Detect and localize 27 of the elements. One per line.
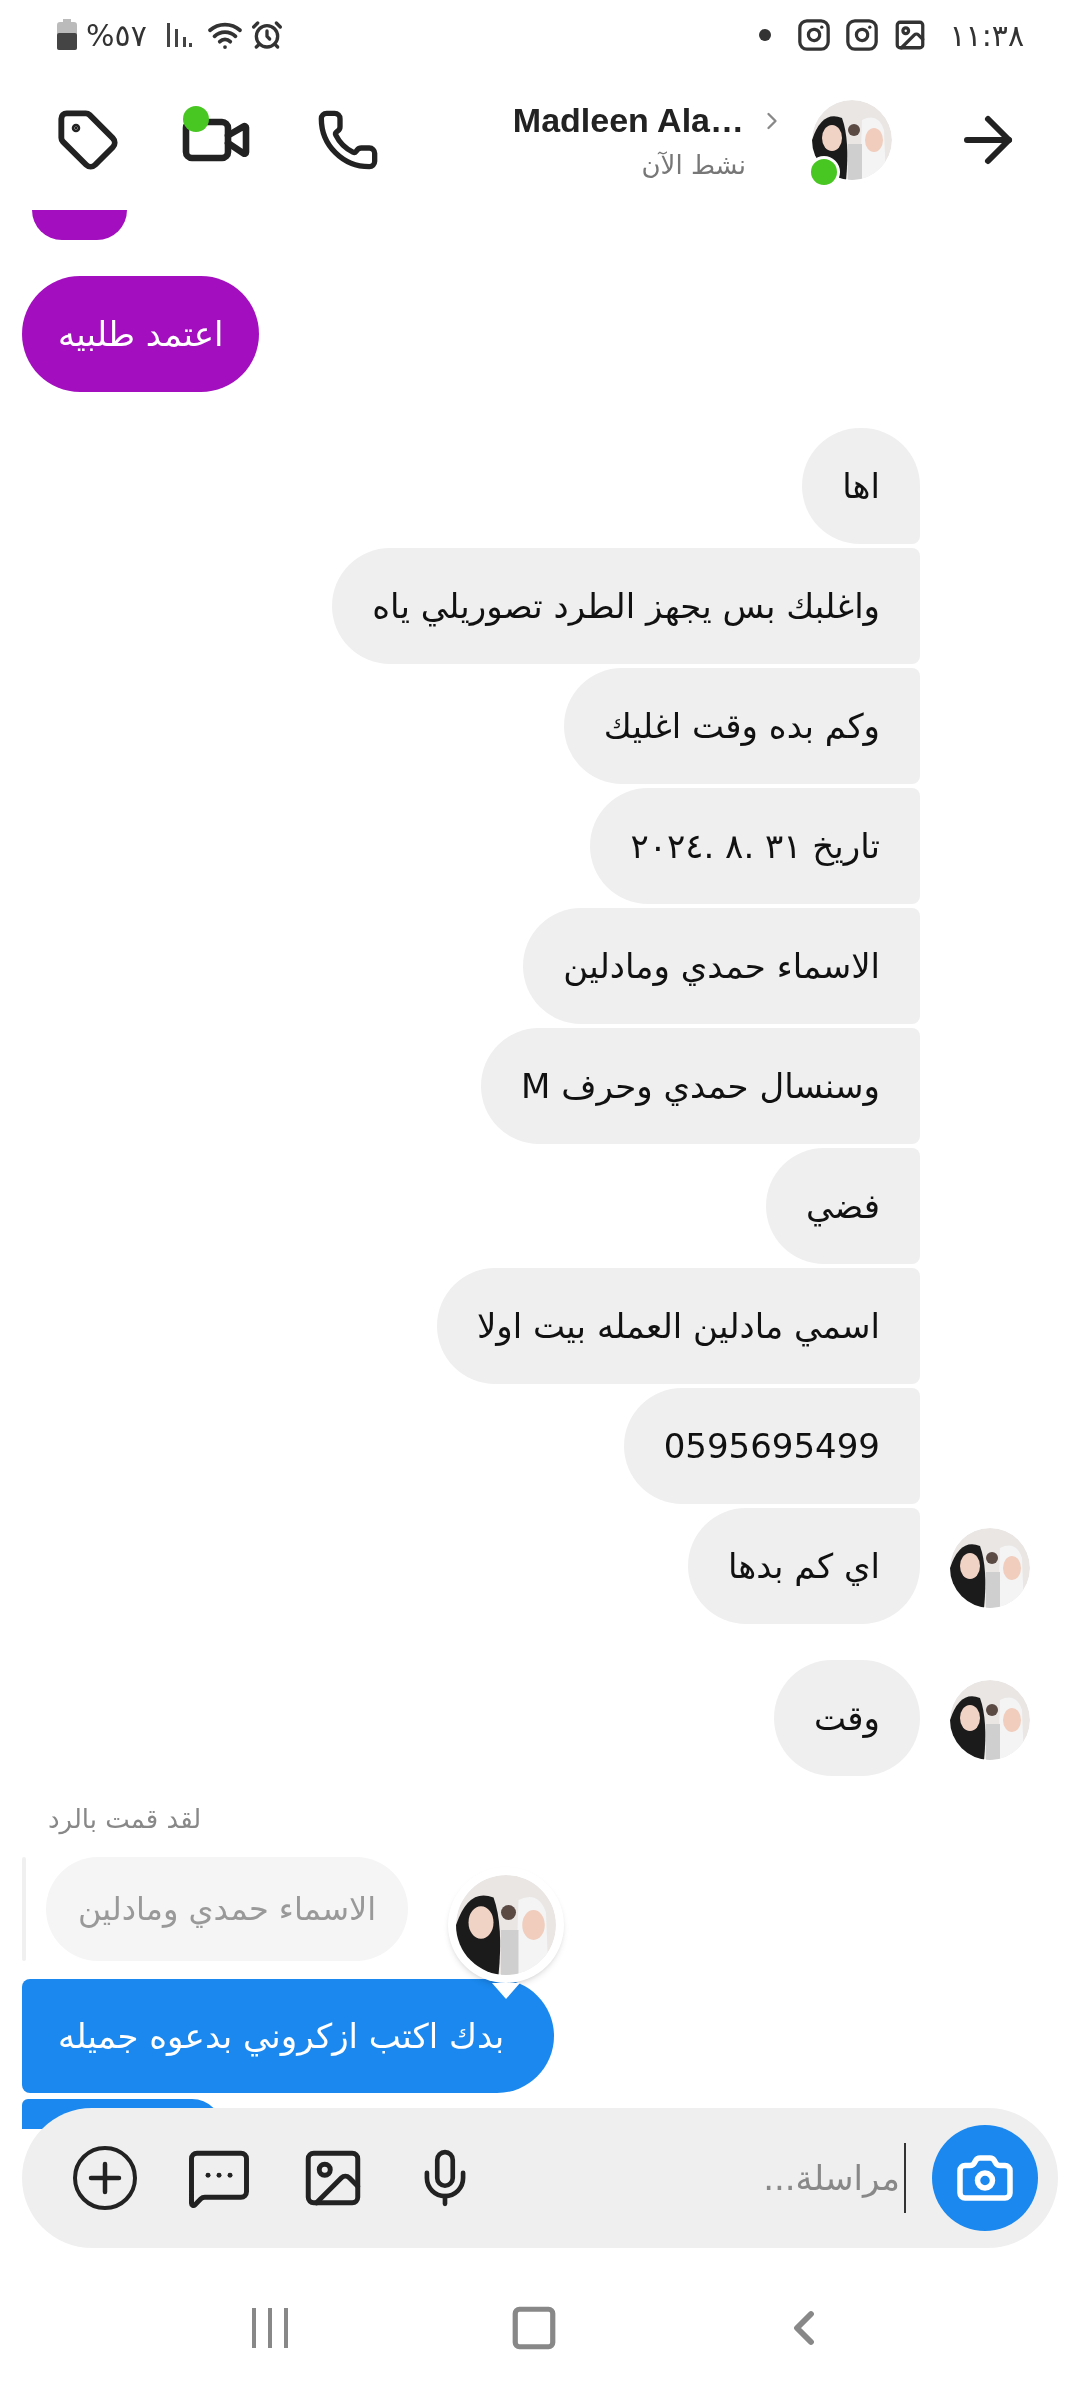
message-bubble: اعتمد طلبيه xyxy=(22,276,260,392)
message-bubble: 0595695499 xyxy=(623,1388,920,1504)
message-bubble: وسنسال حمدي وحرف M xyxy=(481,1028,920,1144)
message-bubble: اسمي مادلين العمله بيت اولا xyxy=(436,1268,920,1384)
contact-name[interactable]: Madleen Ala… xyxy=(512,95,744,146)
battery-icon xyxy=(56,19,78,51)
alarm-icon xyxy=(250,19,283,51)
message-bubble: فضي xyxy=(765,1148,920,1264)
tag-icon[interactable] xyxy=(56,108,120,172)
message-bubble: الاسماء حمدي ومادلين xyxy=(523,908,920,1024)
message-bubble: وكم بده وقت اغليك xyxy=(563,668,920,784)
message-bubble: تاريخ ٣١ .٨ .٢٠٢٤ xyxy=(590,788,920,904)
signal-icon xyxy=(164,21,193,49)
quoted-message: الاسماء حمدي ومادلين xyxy=(46,1857,409,1961)
battery-percent: %٥٧ xyxy=(86,16,147,55)
message-bubble: اي كم بدها xyxy=(687,1508,920,1624)
add-icon[interactable] xyxy=(72,2145,138,2211)
instagram-icon xyxy=(845,18,880,52)
message-bubble: واغلبك بس يجهز الطرد تصوريلي ياه xyxy=(332,548,920,664)
message-bubble: وقت xyxy=(773,1660,920,1776)
active-status: نشط الآن xyxy=(641,149,746,182)
message-bubble: بدك اكتب ازكروني بدعوه جميله xyxy=(22,1979,555,2093)
clock-time: ١١:٣٨ xyxy=(949,16,1024,55)
reply-label: لقد قمت بالرد xyxy=(48,1803,202,1837)
phone-icon[interactable] xyxy=(316,108,380,172)
instagram-icon xyxy=(797,18,832,52)
message-bubble: اها xyxy=(802,428,920,544)
